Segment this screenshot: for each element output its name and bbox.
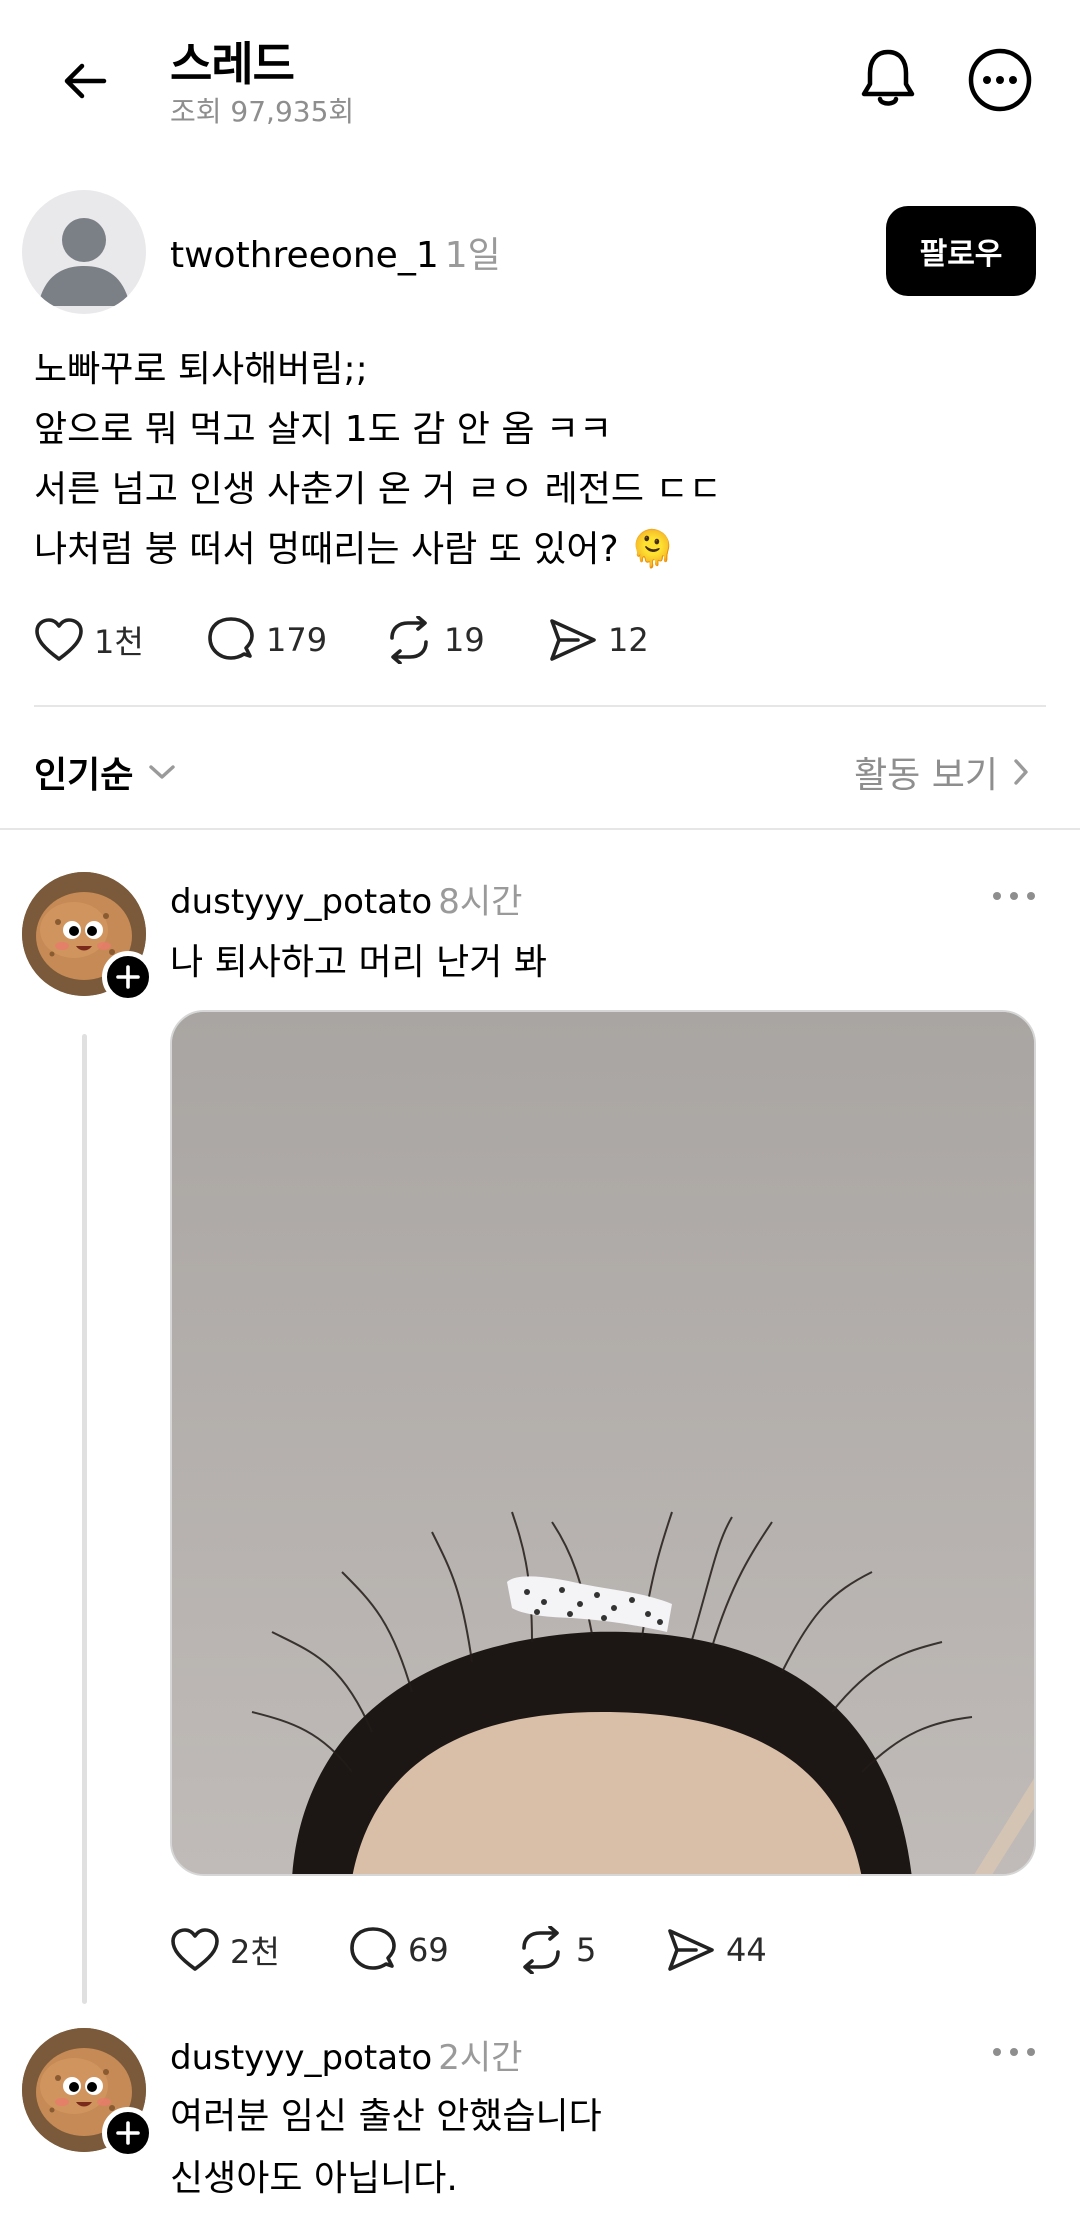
activity-label: 활동 보기 bbox=[854, 755, 998, 796]
comment-count: 69 bbox=[408, 1931, 449, 1969]
share-count: 44 bbox=[726, 1931, 767, 1969]
bell-icon bbox=[861, 49, 915, 106]
comment-icon bbox=[350, 1927, 396, 1970]
send-icon bbox=[668, 1929, 714, 1971]
post-line: 노빠꾸로 퇴사해버림;; bbox=[34, 349, 368, 390]
comment-count: 179 bbox=[266, 621, 328, 659]
top-bar: 스레드 조회 97,935회 bbox=[0, 0, 1080, 160]
reply-time: 2시간 bbox=[438, 2038, 523, 2078]
sort-dropdown[interactable]: 인기순 bbox=[34, 746, 179, 798]
repost-icon bbox=[522, 1926, 560, 1974]
reply-author[interactable]: dustyyy_potato 8시간 bbox=[170, 874, 522, 923]
send-icon bbox=[550, 619, 596, 661]
reply-more-button[interactable] bbox=[986, 876, 1042, 916]
sort-label: 인기순 bbox=[34, 755, 134, 796]
share-button[interactable]: 44 bbox=[666, 1927, 786, 1973]
repost-button[interactable]: 5 bbox=[516, 1926, 666, 1974]
share-button[interactable]: 12 bbox=[548, 617, 668, 663]
thread-line bbox=[82, 1034, 87, 2004]
arrow-left-icon bbox=[64, 63, 107, 99]
view-count: 조회 97,935회 bbox=[170, 95, 355, 128]
like-count: 2천 bbox=[230, 1933, 280, 1971]
post-line: 앞으로 뭐 먹고 살지 1도 감 안 옴 ㅋㅋ bbox=[34, 409, 613, 450]
post-author[interactable]: twothreeone_1 1일 bbox=[170, 226, 501, 278]
reply-photo[interactable] bbox=[170, 1010, 1036, 1876]
post-line: 나처럼 붕 떠서 멍때리는 사람 또 있어? 🫠 bbox=[34, 529, 675, 570]
plus-icon bbox=[116, 965, 140, 989]
more-horizontal-icon bbox=[993, 892, 1035, 900]
comment-button[interactable]: 69 bbox=[348, 1926, 516, 1974]
chevron-right-icon bbox=[1014, 759, 1028, 785]
post-line: 서른 넘고 인생 사춘기 온 거 ㄹㅇ 레전드 ㄷㄷ bbox=[34, 469, 722, 510]
username[interactable]: dustyyy_potato bbox=[170, 882, 432, 922]
avatar[interactable] bbox=[22, 190, 146, 314]
reply-line: 여러분 임신 출산 안했습니다 bbox=[170, 2096, 602, 2137]
like-button[interactable]: 2천 bbox=[170, 1927, 348, 1973]
heart-icon bbox=[35, 618, 83, 661]
chevron-down-icon bbox=[149, 765, 176, 779]
more-options-button[interactable] bbox=[964, 44, 1036, 116]
divider bbox=[34, 705, 1046, 707]
username[interactable]: twothreeone_1 bbox=[170, 235, 439, 276]
view-activity-link[interactable]: 활동 보기 bbox=[854, 746, 1034, 798]
follow-plus-button[interactable] bbox=[102, 2107, 154, 2159]
divider bbox=[0, 828, 1080, 830]
reply-author[interactable]: dustyyy_potato 2시간 bbox=[170, 2030, 522, 2079]
notification-button[interactable] bbox=[852, 42, 924, 114]
heart-icon bbox=[171, 1928, 219, 1971]
post-actions: 1천 179 19 12 bbox=[34, 610, 668, 670]
reply-text: 여러분 임신 출산 안했습니다 신생아도 아닙니다. bbox=[170, 2086, 602, 2210]
repost-count: 5 bbox=[576, 1931, 597, 1969]
reply-text: 나 퇴사하고 머리 난거 봐 bbox=[170, 932, 547, 994]
back-button[interactable] bbox=[52, 48, 118, 114]
comment-icon bbox=[208, 617, 254, 660]
follow-button[interactable]: 팔로우 bbox=[886, 206, 1036, 296]
repost-count: 19 bbox=[444, 621, 485, 659]
post-time: 1일 bbox=[444, 235, 501, 276]
reply-time: 8시간 bbox=[438, 882, 523, 922]
share-count: 12 bbox=[608, 621, 649, 659]
reply-line: 나 퇴사하고 머리 난거 봐 bbox=[170, 942, 547, 983]
username[interactable]: dustyyy_potato bbox=[170, 2038, 432, 2078]
reply-line: 신생아도 아닙니다. bbox=[170, 2158, 458, 2199]
comment-button[interactable]: 179 bbox=[206, 616, 384, 664]
like-count: 1천 bbox=[94, 623, 144, 661]
repost-icon bbox=[390, 616, 428, 664]
like-button[interactable]: 1천 bbox=[34, 617, 206, 663]
post-text: 노빠꾸로 퇴사해버림;; 앞으로 뭐 먹고 살지 1도 감 안 옴 ㅋㅋ 서른 … bbox=[34, 340, 722, 580]
page-title: 스레드 bbox=[170, 37, 295, 91]
hair-photo-image bbox=[172, 1012, 1034, 1874]
default-avatar-icon bbox=[38, 218, 130, 306]
more-circle-icon bbox=[968, 48, 1032, 112]
more-horizontal-icon bbox=[993, 2048, 1035, 2056]
plus-icon bbox=[116, 2121, 140, 2145]
reply-actions: 2천 69 5 44 bbox=[170, 1920, 786, 1980]
reply-sort-row: 인기순 활동 보기 bbox=[34, 740, 1034, 796]
follow-plus-button[interactable] bbox=[102, 951, 154, 1003]
reply-more-button[interactable] bbox=[986, 2032, 1042, 2072]
repost-button[interactable]: 19 bbox=[384, 616, 548, 664]
